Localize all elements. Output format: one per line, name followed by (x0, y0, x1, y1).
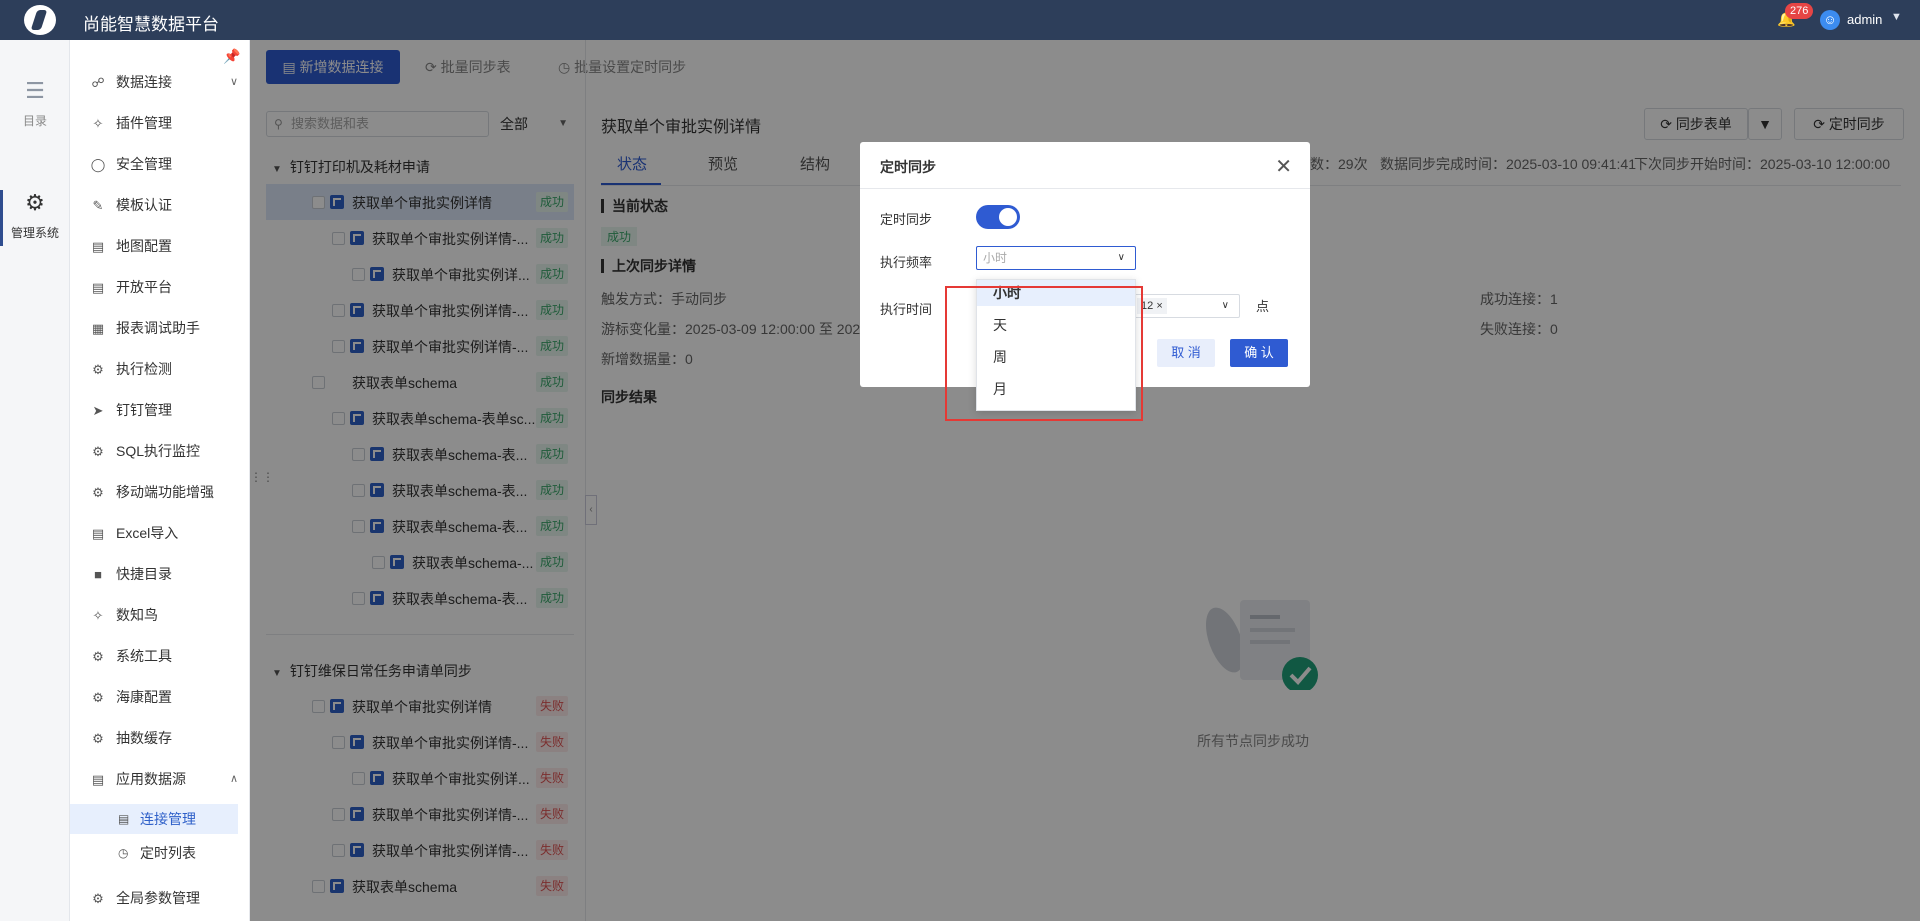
menu-item-mobile[interactable]: ⚙ 移动端功能增强 (90, 481, 250, 503)
list-icon: ☰ (25, 78, 45, 103)
exec-time-label: 执行时间 (880, 302, 933, 317)
menu-sub-connection-manage[interactable]: ▤ 连接管理 (70, 804, 238, 834)
gear-icon: ⚙ (92, 731, 104, 746)
user-name[interactable]: admin (1847, 12, 1882, 27)
app-logo (24, 5, 56, 35)
menu-item-global-params[interactable]: ⚙ 全局参数管理 (90, 887, 250, 909)
confirm-button[interactable]: 确 认 (1230, 339, 1288, 367)
chevron-down-icon: ∨ (1221, 300, 1229, 311)
connection-icon: ▤ (118, 812, 130, 826)
menu-item-open-platform[interactable]: ▤ 开放平台 (90, 276, 250, 298)
menu-item-report-debug[interactable]: ▦ 报表调试助手 (90, 317, 250, 339)
chevron-down-icon[interactable]: ▼ (1891, 11, 1902, 23)
dialog-title: 定时同步 (880, 159, 936, 175)
gear-icon: ⚙ (92, 362, 104, 377)
menu-item-system-tools[interactable]: ⚙ 系统工具 (90, 645, 250, 667)
timer-sync-toggle[interactable] (976, 205, 1020, 229)
calendar-icon: ▦ (91, 321, 105, 336)
chevron-down-icon: ∨ (1117, 252, 1125, 263)
datasource-icon: ▤ (91, 772, 105, 787)
gear-icon: ⚙ (25, 190, 45, 215)
menu-item-app-datasource[interactable]: ▤ 应用数据源 ∧ (90, 768, 250, 790)
menu-item-shuzhiniao[interactable]: ✧ 数知鸟 (90, 604, 250, 626)
plugin-icon: ✧ (92, 116, 104, 131)
menu-item-excel[interactable]: ▤ Excel导入 (90, 522, 250, 544)
menu-item-plugin[interactable]: ✧ 插件管理 (90, 112, 250, 134)
gear-icon: ⚙ (92, 485, 104, 500)
frequency-label: 执行频率 (880, 255, 933, 270)
exec-time-select[interactable]: 12 × ∨ (1132, 294, 1240, 318)
chevron-up-icon: ∧ (229, 773, 238, 785)
rail-item-admin[interactable]: ⚙ 管理系统 (0, 190, 70, 241)
menu-item-dingtalk[interactable]: ➤ 钉钉管理 (90, 399, 250, 421)
side-menu: 📌 ☍ 数据连接 ∨ ✧ 插件管理 ◯ 安全管理 ✎ 模板认证 ▤ 地图配置 ▤ 开放平台 ▦… (70, 40, 250, 921)
gear-icon: ⚙ (92, 690, 104, 705)
plugin-icon: ✧ (92, 608, 104, 623)
menu-item-security[interactable]: ◯ 安全管理 (90, 153, 250, 175)
chevron-down-icon: ∨ (229, 76, 238, 88)
menu-item-data-connection[interactable]: ☍ 数据连接 ∨ (90, 71, 250, 93)
clock-icon: ◷ (118, 846, 129, 860)
menu-item-template[interactable]: ✎ 模板认证 (90, 194, 250, 216)
rail-item-catalog[interactable]: ☰ 目录 (0, 78, 70, 129)
menu-sub-timer-list[interactable]: ◷ 定时列表 (70, 838, 238, 868)
tag-close-icon[interactable]: × (1156, 300, 1162, 312)
top-bar: 尚能智慧数据平台 🔔 276 ☺ admin ▼ (0, 0, 1920, 40)
shield-icon: ◯ (90, 157, 106, 172)
frequency-select[interactable]: 小时 ∨ (976, 246, 1136, 270)
pin-icon[interactable]: 📌 (223, 48, 240, 65)
dialog-divider (860, 188, 1310, 189)
user-avatar-icon[interactable]: ☺ (1820, 10, 1840, 30)
excel-icon: ▤ (91, 526, 105, 541)
map-icon: ▤ (91, 239, 105, 254)
timer-sync-label: 定时同步 (880, 212, 933, 227)
menu-item-quick-catalog[interactable]: ■ 快捷目录 (90, 563, 250, 585)
tools-icon: ⚙ (92, 649, 104, 664)
cancel-button[interactable]: 取 消 (1157, 339, 1215, 367)
menu-item-extract-cache[interactable]: ⚙ 抽数缓存 (90, 727, 250, 749)
link-icon: ☍ (91, 75, 105, 90)
rail-item-label: 目录 (22, 114, 47, 128)
time-unit: 点 (1256, 299, 1270, 314)
app-title: 尚能智慧数据平台 (83, 15, 219, 34)
close-icon[interactable]: ✕ (1275, 154, 1292, 179)
gear-icon: ⚙ (92, 444, 104, 459)
folder-icon: ■ (94, 567, 102, 582)
dingtalk-icon: ➤ (92, 403, 104, 418)
platform-icon: ▤ (91, 280, 105, 295)
nav-rail: ☰ 目录 ⚙ 管理系统 (0, 40, 70, 921)
template-icon: ✎ (92, 198, 104, 213)
menu-item-exec-check[interactable]: ⚙ 执行检测 (90, 358, 250, 380)
notification-badge: 276 (1785, 3, 1814, 19)
gear-icon: ⚙ (92, 891, 104, 906)
menu-item-map[interactable]: ▤ 地图配置 (90, 235, 250, 257)
highlight-annotation (945, 286, 1143, 421)
menu-item-sql-monitor[interactable]: ⚙ SQL执行监控 (90, 440, 250, 462)
rail-item-label: 管理系统 (10, 226, 59, 240)
menu-item-hikvision[interactable]: ⚙ 海康配置 (90, 686, 250, 708)
